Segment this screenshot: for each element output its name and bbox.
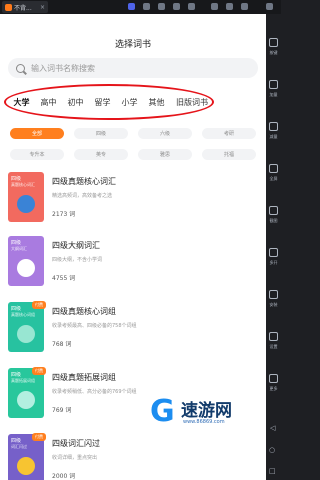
- book-word-count: 4755 词: [52, 275, 76, 282]
- menu-icon[interactable]: [188, 3, 195, 10]
- sidebar-tool-icon[interactable]: [269, 164, 278, 173]
- sidebar-tool-icon[interactable]: [269, 374, 278, 383]
- cover-title: 四级: [11, 240, 22, 246]
- book-cover: 四级 真题核心词汇: [8, 172, 44, 222]
- cover-title: 四级: [11, 438, 22, 444]
- expand-icon[interactable]: [266, 3, 273, 10]
- filter-chips: 全部 四级 六级 考研 专升本 英专 雅思 托福: [0, 122, 266, 160]
- book-cover: 四级 词汇闪过 付费: [8, 433, 46, 480]
- book-title: 四级真题核心词汇: [52, 177, 116, 186]
- cover-graphic: [17, 259, 35, 277]
- category-tabs: 大学 高中 初中 留学 小学 其他 旧版词书: [0, 82, 266, 122]
- emulator-icon[interactable]: [128, 3, 135, 10]
- window-tab[interactable]: 不背... ×: [2, 1, 48, 13]
- cover-title: 四级: [11, 306, 22, 312]
- book-description: 收录考频稍低、高分必备的769个词组: [52, 389, 137, 395]
- minimize-icon[interactable]: [211, 3, 218, 10]
- sidebar-tool-label: 加量: [269, 92, 278, 97]
- book-word-count: 2173 词: [52, 211, 76, 218]
- sidebar-tool-label: 全屏: [269, 176, 278, 181]
- sidebar-tool-label: 安装: [269, 302, 278, 307]
- book-item[interactable]: 四级 词汇闪过 付费 四级词汇闪过 收词详细，重点突出 2000 词: [8, 433, 258, 480]
- back-icon[interactable]: ◁: [270, 424, 275, 432]
- paid-badge: 付费: [32, 367, 46, 375]
- book-item[interactable]: 四级 真题核心词组 付费 四级真题核心词组 收录考频最高、四级必备的758个词组 768 …: [8, 301, 258, 368]
- filter-chip[interactable]: 托福: [202, 149, 256, 160]
- window-tab-label: 不背...: [14, 4, 32, 12]
- sidebar-tool-label: 更多: [269, 386, 278, 391]
- sidebar-tool-icon[interactable]: [269, 38, 278, 47]
- paid-badge: 付费: [32, 433, 46, 441]
- cover-title: 四级: [11, 372, 22, 378]
- book-item[interactable]: 四级 真题核心词汇 四级真题核心词汇 精选高频词，高效备考之选 2173 词: [8, 172, 258, 238]
- sidebar-tool-label: 多开: [269, 260, 278, 265]
- search-input[interactable]: 输入词书名称搜索: [8, 58, 258, 78]
- sidebar-tool-icon[interactable]: [269, 290, 278, 299]
- filter-chip[interactable]: 六级: [138, 128, 192, 139]
- book-word-count: 768 词: [52, 341, 72, 348]
- user-icon[interactable]: [158, 3, 165, 10]
- book-cover: 四级 大纲词汇: [8, 236, 44, 286]
- cover-title: 四级: [11, 176, 22, 182]
- book-description: 收录考频最高、四级必备的758个词组: [52, 323, 137, 329]
- cover-graphic: [17, 325, 35, 343]
- watermark-logo: G: [150, 394, 175, 429]
- sidebar-tool-label: 减量: [269, 134, 278, 139]
- highlight-oval: [4, 84, 214, 120]
- site-watermark: G 速游网 www.86869.com: [150, 392, 266, 432]
- book-title: 四级大纲词汇: [52, 241, 100, 250]
- watermark-text: 速游网: [181, 401, 232, 421]
- book-item[interactable]: 四级 大纲词汇 四级大纲词汇 四级大纲，不含小学词 4755 词: [8, 236, 258, 302]
- book-cover: 四级 真题拓展词组 付费: [8, 367, 46, 418]
- sidebar-tool-icon[interactable]: [269, 332, 278, 341]
- cover-graphic: [17, 391, 35, 409]
- cover-graphic: [17, 195, 35, 213]
- home-icon[interactable]: ○: [269, 446, 275, 454]
- filter-chip[interactable]: 全部: [10, 128, 64, 139]
- sidebar-tool-icon[interactable]: [269, 80, 278, 89]
- page-title: 选择词书: [114, 39, 151, 50]
- book-word-count: 769 词: [52, 407, 72, 414]
- book-description: 收词详细，重点突出: [52, 455, 98, 461]
- paid-badge: 付费: [32, 301, 46, 309]
- sidebar-tool-label: 截图: [269, 218, 278, 223]
- filter-chip[interactable]: 专升本: [10, 149, 64, 160]
- book-title: 四级词汇闪过: [52, 439, 100, 448]
- cover-subtitle: 真题核心词组: [11, 312, 35, 317]
- filter-chip[interactable]: 四级: [74, 128, 128, 139]
- book-word-count: 2000 词: [52, 473, 76, 480]
- cover-graphic: [17, 457, 35, 475]
- book-description: 精选高频词，高效备考之选: [52, 193, 113, 199]
- sidebar-tool-label: 按键: [269, 50, 278, 55]
- book-title: 四级真题核心词组: [52, 307, 116, 316]
- filter-chip[interactable]: 英专: [74, 149, 128, 160]
- filter-chip[interactable]: 雅思: [138, 149, 192, 160]
- filter-chip[interactable]: 考研: [202, 128, 256, 139]
- book-title: 四级真题拓展词组: [52, 373, 116, 382]
- watermark-url: www.86869.com: [183, 419, 225, 425]
- sidebar-tool-label: 设置: [269, 344, 278, 349]
- maximize-icon[interactable]: [226, 3, 233, 10]
- cover-subtitle: 真题核心词汇: [11, 182, 35, 187]
- book-description: 四级大纲，不含小学词: [52, 257, 103, 263]
- sidebar-tool-icon[interactable]: [269, 206, 278, 215]
- book-cover: 四级 真题核心词组 付费: [8, 301, 46, 352]
- gamepad-icon[interactable]: [143, 3, 150, 10]
- cover-subtitle: 词汇闪过: [11, 444, 27, 449]
- cover-subtitle: 真题拓展词组: [11, 378, 35, 383]
- window-close-icon[interactable]: [241, 3, 248, 10]
- search-placeholder: 输入词书名称搜索: [31, 63, 95, 73]
- sidebar-tool-icon[interactable]: [269, 248, 278, 257]
- sidebar-tool-icon[interactable]: [269, 122, 278, 131]
- status-bar: [0, 14, 266, 28]
- app-icon: [5, 3, 12, 11]
- emulator-sidebar: 按键加量减量全屏截图多开安装设置更多 ◁ ○ □: [266, 14, 281, 480]
- recents-icon[interactable]: □: [269, 467, 276, 475]
- cover-subtitle: 大纲词汇: [11, 246, 27, 251]
- emulator-titlebar: 不背... ×: [0, 0, 281, 14]
- mail-icon[interactable]: [173, 3, 180, 10]
- close-tab-icon[interactable]: ×: [40, 4, 45, 11]
- search-icon: [16, 63, 25, 73]
